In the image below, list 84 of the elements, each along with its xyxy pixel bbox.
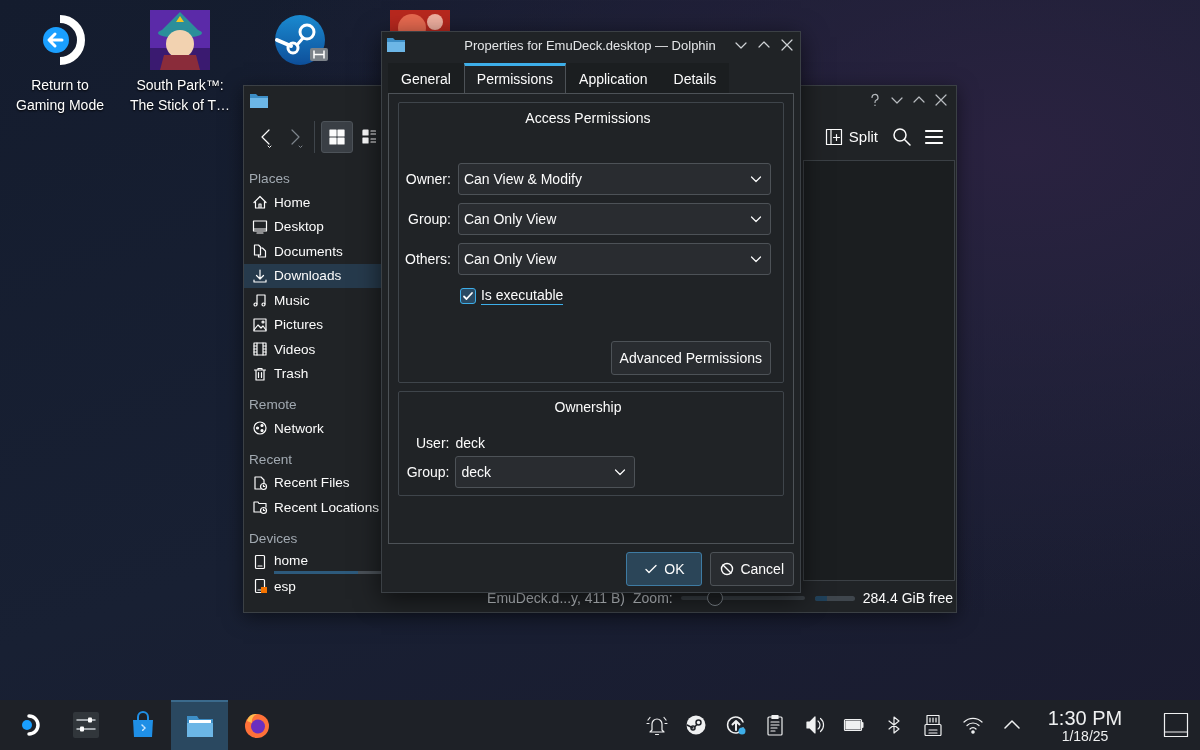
image-icon xyxy=(252,316,268,333)
close-icon[interactable] xyxy=(780,38,794,52)
grid-icon xyxy=(329,128,345,145)
group-title: Access Permissions xyxy=(524,109,652,128)
clock-folder-icon xyxy=(252,499,268,516)
clock-time: 1:30 PM xyxy=(1047,706,1123,729)
ok-button[interactable]: OK xyxy=(626,552,703,586)
group-dropdown[interactable]: deck xyxy=(455,456,636,488)
section-heading: Places xyxy=(248,170,291,188)
view-mode-button[interactable] xyxy=(321,120,353,153)
tab[interactable]: Permissions xyxy=(463,63,567,93)
advanced-permissions-button[interactable]: Advanced Permissions xyxy=(610,341,771,375)
field-label: Group: xyxy=(407,211,451,227)
usb-drive-icon[interactable] xyxy=(922,714,945,736)
list-icon xyxy=(362,128,376,145)
show-desktop-icon[interactable] xyxy=(1163,712,1189,738)
permission-dropdown[interactable]: Can Only View xyxy=(457,203,771,235)
home-icon xyxy=(252,194,268,211)
sidebar-item[interactable]: Documents xyxy=(244,239,382,264)
sidebar-item[interactable]: Network xyxy=(244,416,382,441)
split-view-icon xyxy=(824,127,843,146)
dropdown-caret-icon xyxy=(750,213,762,225)
permission-dropdown[interactable]: Can View & Modify xyxy=(457,163,771,195)
field-label: Owner: xyxy=(405,171,451,187)
clock-date: 1/18/25 xyxy=(1061,728,1109,744)
section-heading: Remote xyxy=(248,396,298,414)
status-text: EmuDeck.d...y, 411 B) xyxy=(487,590,626,606)
field-label: Others: xyxy=(405,251,451,267)
clock-file-icon xyxy=(252,474,268,491)
user-value: deck xyxy=(455,435,487,451)
tab[interactable]: General xyxy=(388,63,464,93)
section-heading: Devices xyxy=(248,529,299,548)
film-icon xyxy=(252,341,268,358)
drive-icon xyxy=(252,553,268,570)
documents-icon xyxy=(252,243,268,260)
executable-checkbox[interactable]: Is executable xyxy=(457,287,771,305)
monitor-icon xyxy=(252,218,268,235)
view-mode-button[interactable] xyxy=(361,127,377,146)
field-label: User: xyxy=(415,435,450,451)
sidebar-item[interactable]: Music xyxy=(244,288,382,313)
cancel-button[interactable]: Cancel xyxy=(710,552,794,586)
sliders-icon xyxy=(71,711,100,739)
help-icon[interactable] xyxy=(868,92,882,107)
sidebar-item[interactable]: Desktop xyxy=(244,214,382,239)
sidebar-item[interactable]: esp xyxy=(244,574,382,599)
update-icon[interactable] xyxy=(724,714,747,736)
sidebar-item[interactable]: Downloads xyxy=(244,263,382,288)
free-space-text: 284.4 GiB free xyxy=(862,590,953,606)
sidebar-item[interactable]: Pictures xyxy=(244,312,382,337)
window-title: Properties for EmuDeck.desktop — Dolphin xyxy=(464,37,716,53)
sidebar-item[interactable]: Home xyxy=(244,190,382,215)
check-icon xyxy=(644,562,659,576)
tab[interactable]: Application xyxy=(566,63,661,93)
split-button[interactable]: Split xyxy=(818,123,884,150)
trash-icon xyxy=(252,365,268,382)
disk-space-bar xyxy=(814,595,855,601)
dropdown-caret-icon xyxy=(750,173,762,185)
icon-label: Return to Gaming Mode xyxy=(16,76,104,115)
sidebar-item[interactable]: Recent Files xyxy=(244,470,382,495)
tab[interactable]: Details xyxy=(660,63,730,93)
check-icon xyxy=(461,290,474,302)
dropdown-caret-icon xyxy=(750,253,762,265)
sidebar-item[interactable]: Recent Locations xyxy=(244,495,382,520)
music-note-icon xyxy=(252,292,268,309)
sidebar-item[interactable]: Trash xyxy=(244,361,382,386)
cancel-icon xyxy=(720,562,735,576)
group-title: Ownership xyxy=(553,398,623,417)
taskbar-button[interactable] xyxy=(171,700,228,750)
permission-dropdown[interactable]: Can Only View xyxy=(457,243,771,275)
speaker-icon[interactable] xyxy=(803,714,826,736)
icon-label: South Park™: The Stick of T… xyxy=(129,76,231,115)
close-icon[interactable] xyxy=(934,92,948,107)
sidebar-item[interactable]: Videos xyxy=(244,337,382,362)
zoom-label: Zoom: xyxy=(633,590,673,606)
bell-icon[interactable] xyxy=(645,714,668,736)
download-icon xyxy=(252,267,268,284)
search-icon[interactable] xyxy=(892,126,912,147)
dropdown-caret-icon xyxy=(614,466,627,478)
field-label: Group: xyxy=(405,464,450,480)
app-logo-icon[interactable] xyxy=(685,714,708,736)
drive-icon xyxy=(252,578,268,595)
section-heading: Recent xyxy=(248,450,294,469)
network-icon xyxy=(252,420,268,437)
fox-globe-icon xyxy=(242,711,271,739)
